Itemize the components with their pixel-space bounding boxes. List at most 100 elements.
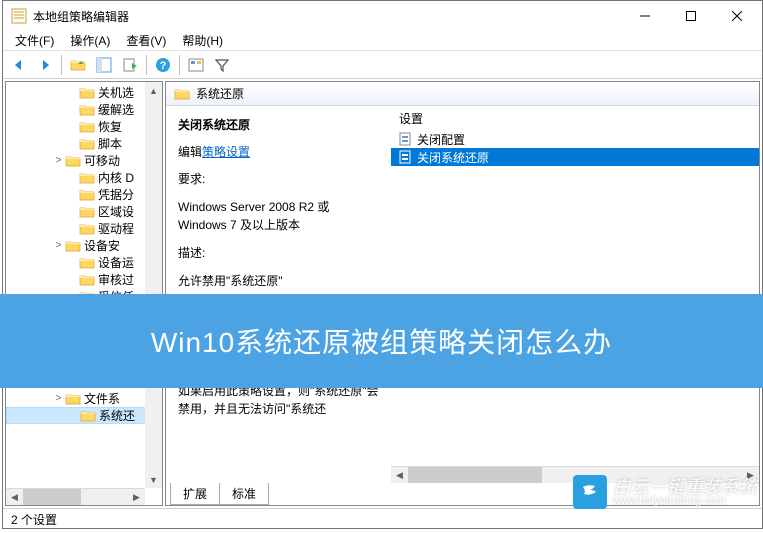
folder-icon	[79, 273, 95, 287]
tree-item[interactable]: >可移动	[6, 152, 162, 169]
scroll-down-button[interactable]: ▼	[145, 471, 162, 488]
close-icon	[732, 11, 742, 21]
tab-standard[interactable]: 标准	[219, 483, 269, 505]
tree-item[interactable]: 凭据分	[6, 186, 162, 203]
toolbar-separator	[61, 55, 62, 75]
export-button[interactable]	[118, 53, 142, 77]
edit-label: 编辑	[178, 145, 202, 159]
watermark-url: www.baiyunxitong.com	[613, 496, 757, 507]
folder-icon	[65, 154, 81, 168]
folder-icon	[79, 256, 95, 270]
folder-icon	[79, 222, 95, 236]
menu-action[interactable]: 操作(A)	[62, 30, 118, 51]
folder-icon	[65, 392, 81, 406]
menu-file[interactable]: 文件(F)	[7, 30, 62, 51]
tree-item[interactable]: 审核过	[6, 271, 162, 288]
tree-item-label: 设备运	[98, 254, 134, 271]
tree-item-label: 关机选	[98, 84, 134, 101]
main-header: 系统还原	[166, 82, 759, 106]
tree-item-label: 凭据分	[98, 186, 134, 203]
maximize-button[interactable]	[668, 1, 714, 31]
template-button[interactable]	[184, 53, 208, 77]
tree-item[interactable]: 系统还	[6, 407, 162, 424]
list-item-label: 关闭配置	[417, 131, 465, 148]
minimize-button[interactable]	[622, 1, 668, 31]
up-folder-button[interactable]	[66, 53, 90, 77]
watermark-text: 白云一键重装系统 www.baiyunxitong.com	[613, 478, 757, 507]
scroll-right-button[interactable]: ▶	[128, 489, 145, 506]
back-button[interactable]	[7, 53, 31, 77]
expand-icon[interactable]: >	[52, 240, 65, 251]
edit-policy-link[interactable]: 策略设置	[202, 145, 250, 159]
template-icon	[188, 57, 204, 73]
banner-text: Win10系统还原被组策略关闭怎么办	[151, 321, 612, 361]
scroll-up-button[interactable]: ▲	[145, 82, 162, 99]
folder-icon	[79, 188, 95, 202]
folder-icon	[174, 87, 190, 101]
expand-icon[interactable]: >	[52, 155, 65, 166]
tree-item[interactable]: 关机选	[6, 84, 162, 101]
toolbar-separator	[179, 55, 180, 75]
window-title: 本地组策略编辑器	[33, 8, 622, 25]
titlebar: 本地组策略编辑器	[3, 1, 762, 31]
tree-item[interactable]: 缓解选	[6, 101, 162, 118]
tree-item-label: 驱动程	[98, 220, 134, 237]
edit-policy-row: 编辑策略设置	[178, 143, 379, 160]
tree-item[interactable]: 脚本	[6, 135, 162, 152]
scroll-left-button[interactable]: ◀	[6, 489, 23, 506]
tree-item[interactable]: > 设备安	[6, 237, 162, 254]
menu-help[interactable]: 帮助(H)	[174, 30, 231, 51]
watermark-logo	[573, 475, 607, 509]
tree-item[interactable]: 内核 D	[6, 169, 162, 186]
tree-icon	[96, 57, 112, 73]
folder-icon	[79, 103, 95, 117]
watermark: 白云一键重装系统 www.baiyunxitong.com	[573, 475, 757, 509]
tree-vertical-scrollbar[interactable]: ▲ ▼	[145, 82, 162, 488]
tree-item-label: 设备安	[84, 237, 120, 254]
tree-item[interactable]: 设备运	[6, 254, 162, 271]
tree-item[interactable]: >文件系	[6, 390, 162, 407]
statusbar: 2 个设置	[3, 508, 762, 530]
folder-icon	[79, 205, 95, 219]
settings-column-label: 设置	[399, 110, 423, 127]
filter-button[interactable]	[210, 53, 234, 77]
close-button[interactable]	[714, 1, 760, 31]
folder-icon	[65, 239, 81, 253]
policy-icon	[397, 149, 413, 165]
tree-item[interactable]: 区域设	[6, 203, 162, 220]
help-button[interactable]: ?	[151, 53, 175, 77]
toolbar: ?	[3, 51, 762, 79]
filter-icon	[214, 57, 230, 73]
tree-item[interactable]: 恢复	[6, 118, 162, 135]
requirements-text: Windows Server 2008 R2 或 Windows 7 及以上版本	[178, 198, 379, 234]
folder-icon	[79, 137, 95, 151]
settings-list-item[interactable]: 关闭配置	[391, 130, 759, 148]
expand-icon[interactable]: >	[52, 393, 65, 404]
settings-list-header[interactable]: 设置	[391, 106, 759, 130]
forward-icon	[37, 57, 53, 73]
tree-item-label: 内核 D	[98, 169, 134, 186]
minimize-icon	[640, 11, 650, 21]
settings-list-item[interactable]: 关闭系统还原	[391, 148, 759, 166]
menu-view[interactable]: 查看(V)	[118, 30, 174, 51]
folder-icon	[79, 120, 95, 134]
folder-icon	[79, 171, 95, 185]
main-window: 本地组策略编辑器 文件(F) 操作(A) 查看(V) 帮助(H) ? 关	[2, 0, 763, 529]
main-header-title: 系统还原	[196, 85, 244, 102]
show-hide-tree-button[interactable]	[92, 53, 116, 77]
description-title: 关闭系统还原	[178, 116, 379, 133]
menubar: 文件(F) 操作(A) 查看(V) 帮助(H)	[3, 31, 762, 51]
forward-button[interactable]	[33, 53, 57, 77]
scroll-left-button[interactable]: ◀	[391, 467, 408, 484]
list-item-label: 关闭系统还原	[417, 149, 489, 166]
folder-icon	[79, 86, 95, 100]
tree-item-label: 脚本	[98, 135, 122, 152]
help-icon: ?	[155, 57, 171, 73]
tree-horizontal-scrollbar[interactable]: ◀ ▶	[6, 488, 145, 505]
overlay-banner: Win10系统还原被组策略关闭怎么办	[0, 294, 763, 388]
back-icon	[11, 57, 27, 73]
description-label: 描述:	[178, 244, 379, 262]
tree-item[interactable]: 驱动程	[6, 220, 162, 237]
tab-extended[interactable]: 扩展	[170, 483, 220, 505]
tree-item-label: 缓解选	[98, 101, 134, 118]
